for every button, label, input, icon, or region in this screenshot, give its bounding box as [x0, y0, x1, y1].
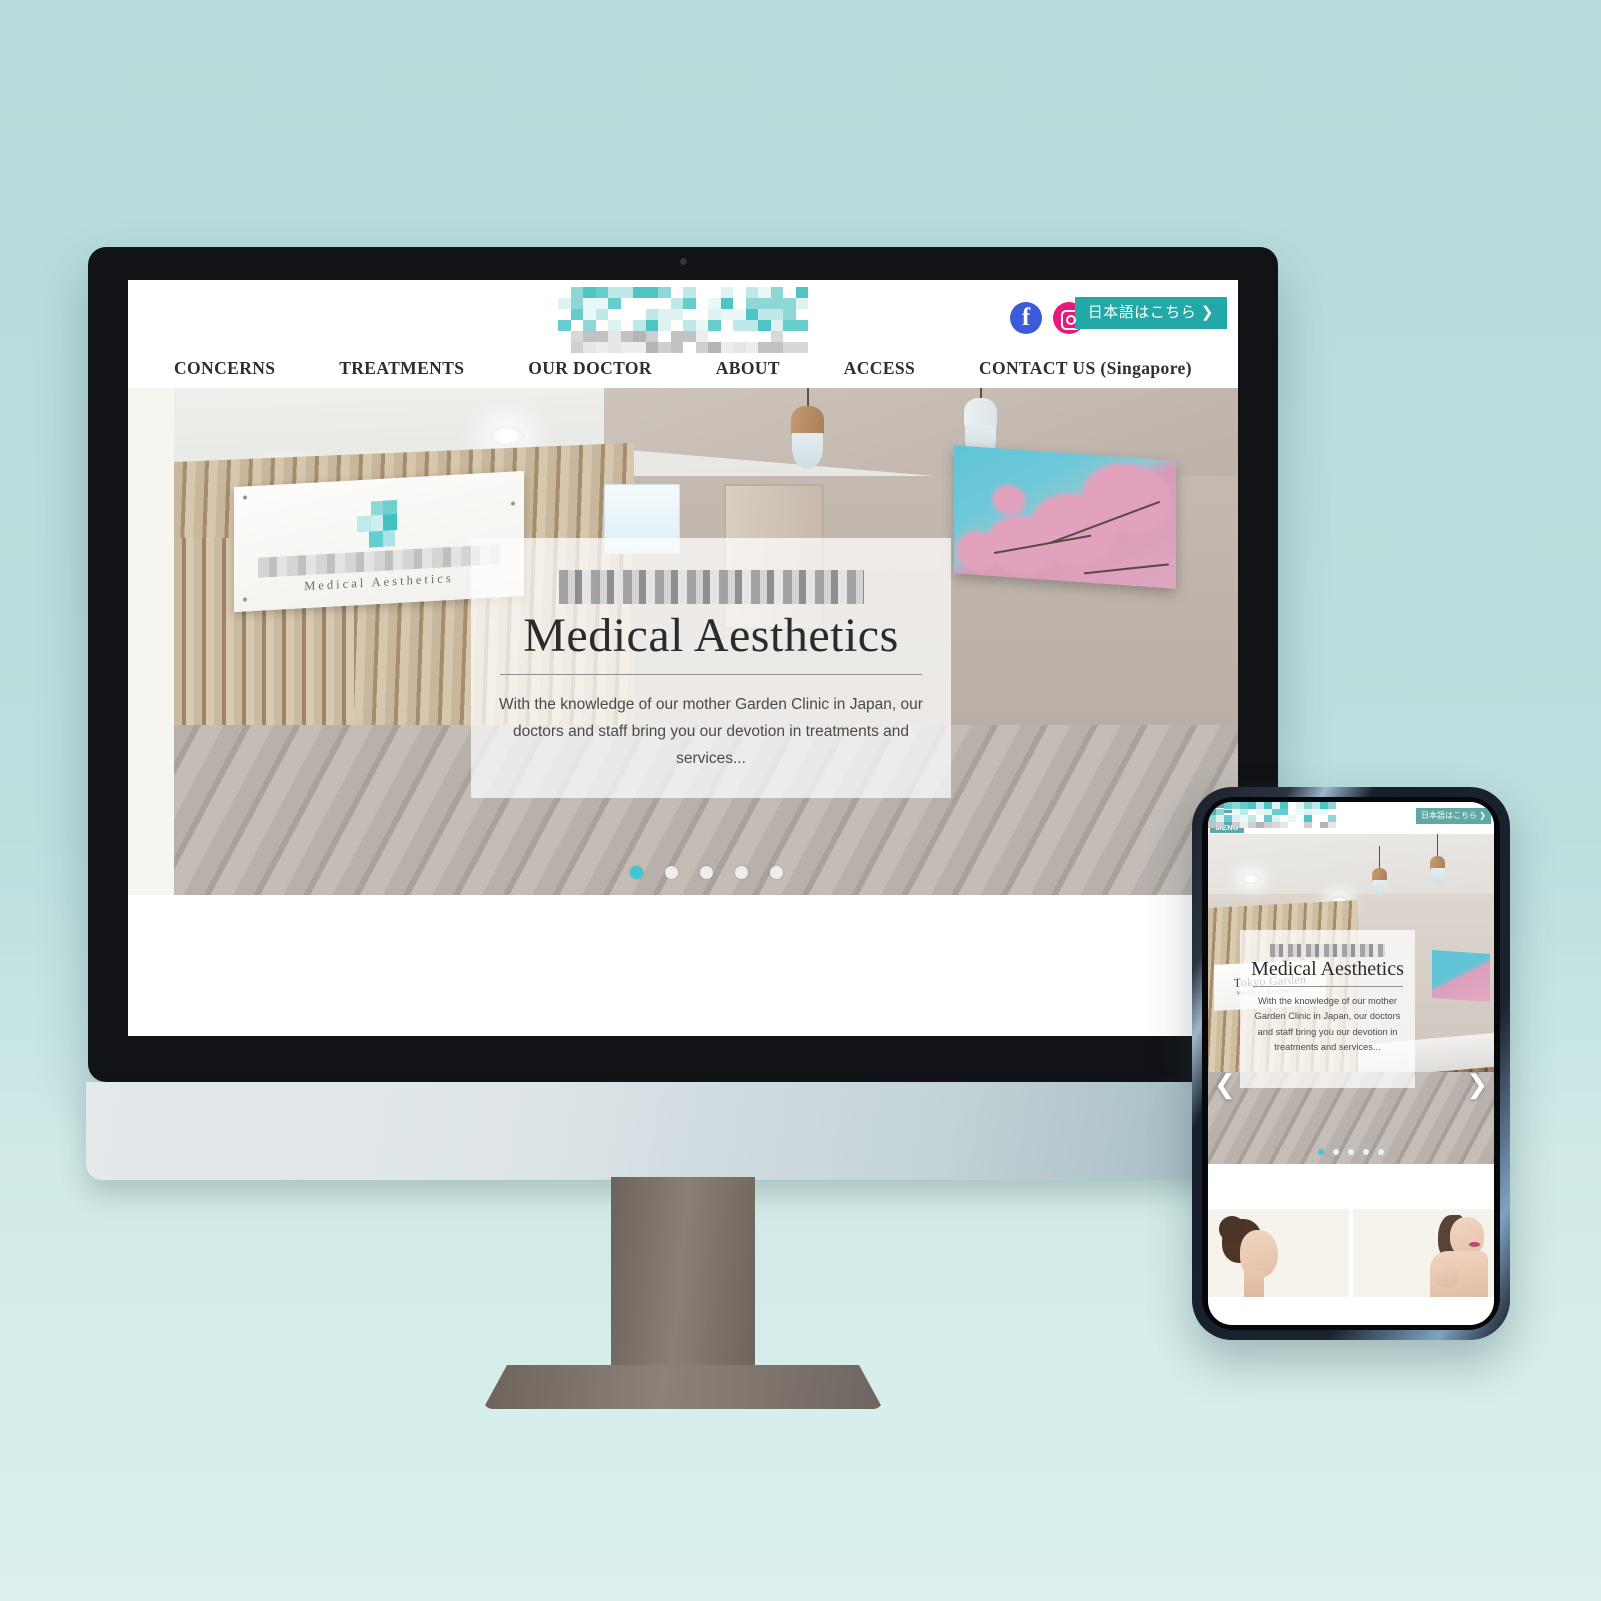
carousel-dot-1[interactable]	[1318, 1149, 1324, 1155]
mobile-screen: MENU 日本語はこちら ❯ Tokyo Garden Medical	[1208, 802, 1494, 1325]
facebook-icon[interactable]	[1010, 302, 1042, 334]
carousel-dot-5[interactable]	[1378, 1149, 1384, 1155]
sign-logo-mark	[357, 499, 409, 550]
carousel-dot-1[interactable]	[629, 866, 643, 879]
underarm-model-image	[1426, 1215, 1488, 1297]
hero-divider	[1252, 986, 1403, 987]
hero-bottom-spacer	[128, 895, 1238, 940]
nav-item-our-doctor[interactable]: OUR DOCTOR	[528, 358, 652, 379]
carousel-dot-2[interactable]	[664, 866, 678, 879]
monitor-chin	[86, 1082, 1280, 1180]
carousel-dots	[1208, 1149, 1494, 1155]
carousel-prev-arrow[interactable]: ❮	[1214, 1072, 1236, 1098]
hero-subtitle: With the knowledge of our mother Garden …	[1254, 996, 1401, 1052]
monitor-stand-base	[483, 1365, 883, 1409]
desktop-monitor-mockup: 日本語はこちら ❯ CONCERNS TREATMENTS OUR DOCTOR…	[86, 247, 1280, 1409]
hero-title: Medical Aesthetics	[523, 609, 899, 662]
nav-item-access[interactable]: ACCESS	[844, 358, 915, 379]
carousel-dots	[174, 866, 1238, 879]
clinic-logo[interactable]	[1208, 802, 1378, 831]
desktop-screen: 日本語はこちら ❯ CONCERNS TREATMENTS OUR DOCTOR…	[128, 280, 1238, 1036]
nav-item-concerns[interactable]: CONCERNS	[174, 358, 275, 379]
hero-subtitle: With the knowledge of our mother Garden …	[499, 696, 923, 767]
hero-divider	[500, 674, 922, 676]
hero-blurred-brand	[1270, 944, 1385, 957]
downlight-icon	[1242, 874, 1260, 884]
facial-treatment-thumb[interactable]	[1208, 1209, 1349, 1297]
webcam-icon	[679, 258, 687, 265]
facial-model-image	[1219, 1216, 1280, 1297]
carousel-dot-2[interactable]	[1333, 1149, 1339, 1155]
hero-text-panel: Medical Aesthetics With the knowledge of…	[471, 538, 951, 798]
carousel-dot-3[interactable]	[699, 866, 713, 879]
site-header: 日本語はこちら ❯	[128, 280, 1238, 358]
treatment-thumbnails	[1208, 1209, 1494, 1297]
language-switch-button[interactable]: 日本語はこちら ❯	[1074, 297, 1227, 329]
nav-item-contact-us[interactable]: CONTACT US (Singapore)	[979, 358, 1192, 379]
mobile-header: MENU 日本語はこちら ❯	[1208, 802, 1494, 834]
carousel-dot-3[interactable]	[1348, 1149, 1354, 1155]
carousel-dot-5[interactable]	[769, 866, 783, 879]
carousel-next-arrow[interactable]: ❯	[1466, 1072, 1488, 1098]
clinic-logo[interactable]	[558, 287, 808, 353]
cherry-blossom-artwork	[954, 445, 1176, 589]
hero-section: Medical Aesthetics Medical Aesthetics Wi…	[128, 388, 1238, 940]
main-navigation: CONCERNS TREATMENTS OUR DOCTOR ABOUT ACC…	[128, 358, 1238, 388]
hero-clinic-photo: Medical Aesthetics Medical Aesthetics Wi…	[174, 388, 1238, 895]
monitor-stand-neck	[611, 1177, 755, 1373]
underarm-treatment-thumb[interactable]	[1353, 1209, 1494, 1297]
mobile-phone-mockup: MENU 日本語はこちら ❯ Tokyo Garden Medical	[1192, 787, 1510, 1340]
mobile-hero-section: Tokyo Garden Medical Aesthetics Medical …	[1208, 834, 1494, 1164]
cherry-blossom-artwork	[1432, 949, 1490, 1003]
content-below-hero	[128, 940, 1238, 1036]
social-links	[1010, 302, 1085, 334]
nav-item-about[interactable]: ABOUT	[716, 358, 780, 379]
carousel-dot-4[interactable]	[1363, 1149, 1369, 1155]
hero-title: Medical Aesthetics	[1251, 958, 1404, 980]
mobile-content-gap	[1208, 1164, 1494, 1209]
mobile-hero-text-panel: Medical Aesthetics With the knowledge of…	[1240, 930, 1415, 1088]
carousel-dot-4[interactable]	[734, 866, 748, 879]
hero-blurred-brand	[558, 570, 864, 604]
language-switch-button[interactable]: 日本語はこちら ❯	[1416, 808, 1491, 824]
nav-item-treatments[interactable]: TREATMENTS	[339, 358, 464, 379]
downlight-icon	[490, 426, 524, 446]
